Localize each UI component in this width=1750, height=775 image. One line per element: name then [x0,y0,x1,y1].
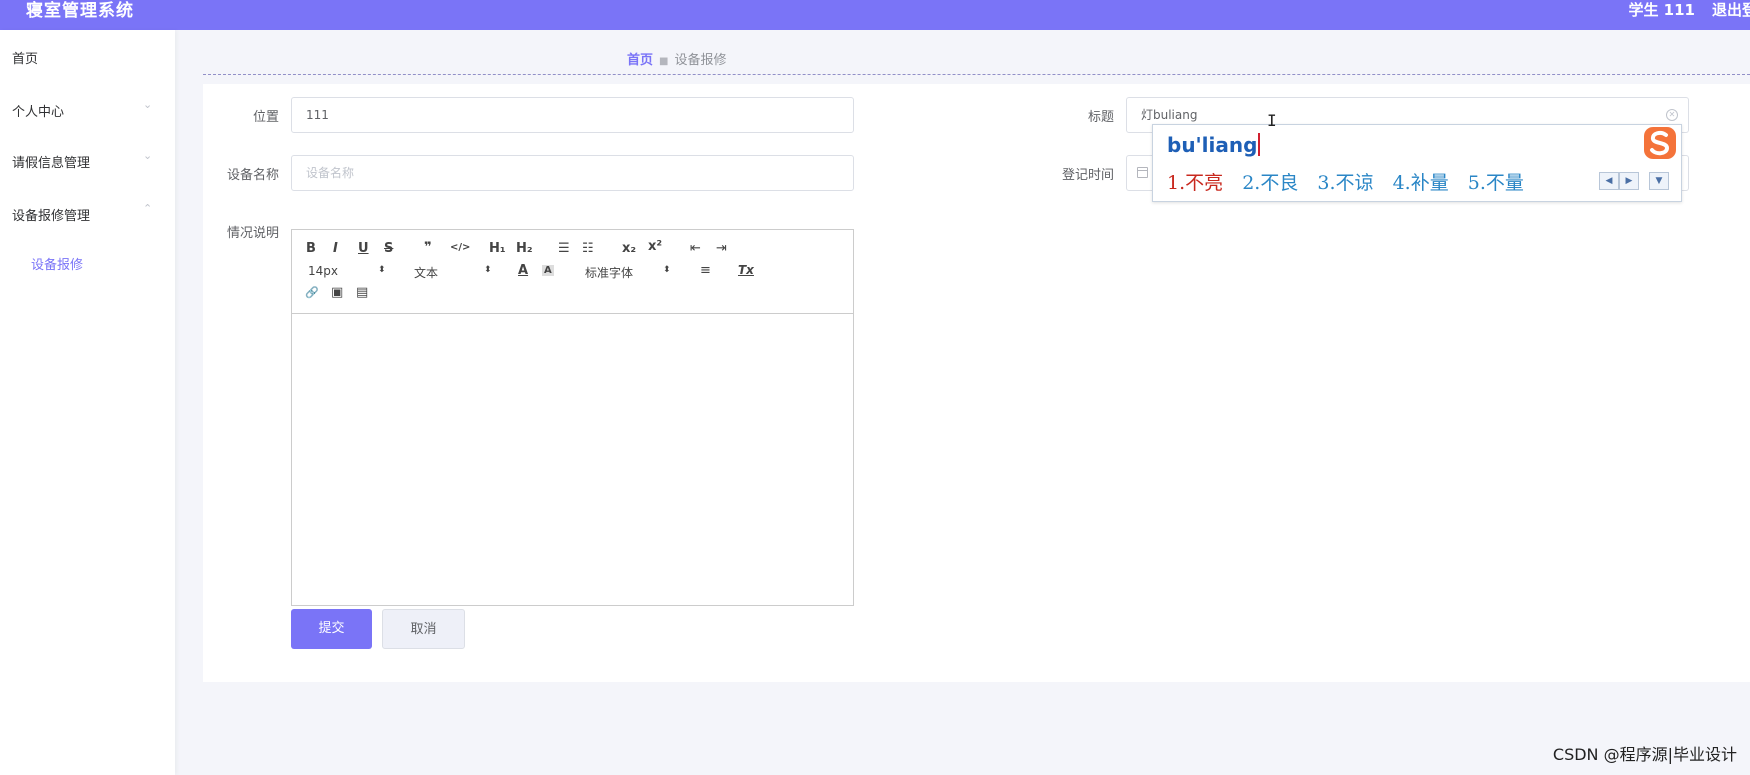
ime-prev-page-icon[interactable]: ◀ [1599,172,1619,190]
italic-button[interactable]: I [333,241,338,256]
title-label: 标题 [1087,110,1114,125]
heading2-button[interactable]: H₂ [516,241,533,256]
font-family-value: 标准字体 [585,266,634,280]
breadcrumb-separator-icon: ■ [659,56,669,67]
breadcrumb: 首页 ■ 设备报修 [627,49,726,68]
superscript-button[interactable]: x² [648,239,662,254]
ime-pinyin-text: bu'liang [1167,133,1258,157]
sidebar: 首页 个人中心 ⌄ 请假信息管理 ⌄ 设备报修管理 ⌃ 设备报修 [0,30,175,775]
sidebar-item-label: 设备报修管理 [12,209,91,224]
submit-button[interactable]: 提交 [291,609,372,649]
sidebar-subitem-repair[interactable]: 设备报修 [31,254,83,273]
sidebar-item-home[interactable]: 首页 [12,48,38,67]
sidebar-item-label: 首页 [12,52,39,67]
link-icon[interactable]: 🔗 [305,286,319,299]
chevron-down-icon: ⌄ [143,98,153,111]
location-input[interactable]: 111 [291,97,854,133]
subscript-button[interactable]: x₂ [622,241,636,256]
font-size-value: 14px [308,264,338,278]
bold-button[interactable]: B [306,241,316,256]
editor-toolbar: B I U S ❞ </> H₁ H₂ ☰ ☷ x₂ x² ⇤ ⇥ 14px ⬍ … [292,230,853,314]
ime-candidate[interactable]: 1.不亮 [1167,168,1223,195]
bullet-list-icon[interactable]: ☷ [582,241,594,256]
outdent-icon[interactable]: ⇤ [690,241,701,256]
background-color-icon[interactable]: A [542,265,554,276]
clear-format-icon[interactable]: Tx [738,263,754,277]
device-name-input[interactable]: 设备名称 [291,155,854,191]
ime-candidate[interactable]: 3.不谅 [1317,168,1373,195]
font-color-icon[interactable]: A [518,263,528,278]
location-label: 位置 [252,110,279,125]
device-name-label: 设备名称 [226,168,279,183]
cancel-button[interactable]: 取消 [382,609,465,649]
user-label: 学生 111 [1628,1,1695,19]
clear-icon[interactable]: ✕ [1666,109,1678,121]
align-icon[interactable]: ≡ [700,263,711,278]
rich-text-editor: B I U S ❞ </> H₁ H₂ ☰ ☷ x₂ x² ⇤ ⇥ 14px ⬍ … [291,229,854,606]
ime-expand-icon[interactable]: ▼ [1649,172,1669,190]
sogou-logo-icon [1644,127,1676,159]
ime-candidate[interactable]: 5.不量 [1468,168,1524,195]
quote-icon[interactable]: ❞ [424,240,432,255]
app-title: 寝室管理系统 [26,1,134,21]
indent-icon[interactable]: ⇥ [716,241,727,256]
text-type-select[interactable]: 文本 ⬍ [414,264,494,281]
select-caret-icon: ⬍ [663,265,671,275]
code-icon[interactable]: </> [450,242,470,253]
chevron-down-icon: ⌄ [143,149,153,162]
ibeam-cursor-icon: I [1267,111,1277,130]
image-icon[interactable]: ▣ [331,285,343,300]
video-icon[interactable]: ▤ [356,285,368,300]
top-header: 寝室管理系统 学生 111 退出登录 [0,0,1750,30]
editor-content-area[interactable] [292,315,853,605]
font-family-select[interactable]: 标准字体 ⬍ [585,264,675,281]
sidebar-item-label: 请假信息管理 [12,156,91,171]
breadcrumb-current: 设备报修 [674,53,727,68]
ordered-list-icon[interactable]: ☰ [558,241,570,256]
select-caret-icon: ⬍ [484,265,492,275]
ime-next-page-icon[interactable]: ▶ [1619,172,1639,190]
text-type-value: 文本 [414,266,439,280]
ime-pinyin-composition: bu'liang [1167,133,1261,157]
select-caret-icon: ⬍ [378,265,386,275]
breadcrumb-home[interactable]: 首页 [627,53,653,68]
ime-candidate-list: 1.不亮 2.不良 3.不谅 4.补量 5.不量 [1167,168,1537,195]
watermark: CSDN @程序源|毕业设计 [1552,745,1737,764]
ime-candidate[interactable]: 4.补量 [1393,168,1449,195]
register-time-label: 登记时间 [1061,168,1114,183]
calendar-icon [1137,167,1148,178]
ime-candidate[interactable]: 2.不良 [1242,168,1298,195]
sidebar-item-repair-management[interactable]: 设备报修管理 ⌃ [12,202,152,224]
sidebar-item-label: 个人中心 [12,105,65,120]
strike-button[interactable]: S [384,241,393,256]
font-size-select[interactable]: 14px ⬍ [308,264,388,278]
heading1-button[interactable]: H₁ [489,241,506,256]
title-input-value: 灯buliang [1141,108,1198,122]
ime-candidate-window: bu'liang 1.不亮 2.不良 3.不谅 4.补量 5.不量 ◀ ▶ ▼ [1152,124,1682,202]
divider [203,74,1750,75]
chevron-up-icon: ⌃ [143,202,153,215]
sidebar-item-personal-center[interactable]: 个人中心 ⌄ [12,98,152,120]
sidebar-item-leave-management[interactable]: 请假信息管理 ⌄ [12,149,152,171]
underline-button[interactable]: U [358,241,369,256]
description-label: 情况说明 [226,226,279,241]
text-cursor [1258,133,1261,156]
logout-link[interactable]: 退出登录 [1712,0,1750,20]
